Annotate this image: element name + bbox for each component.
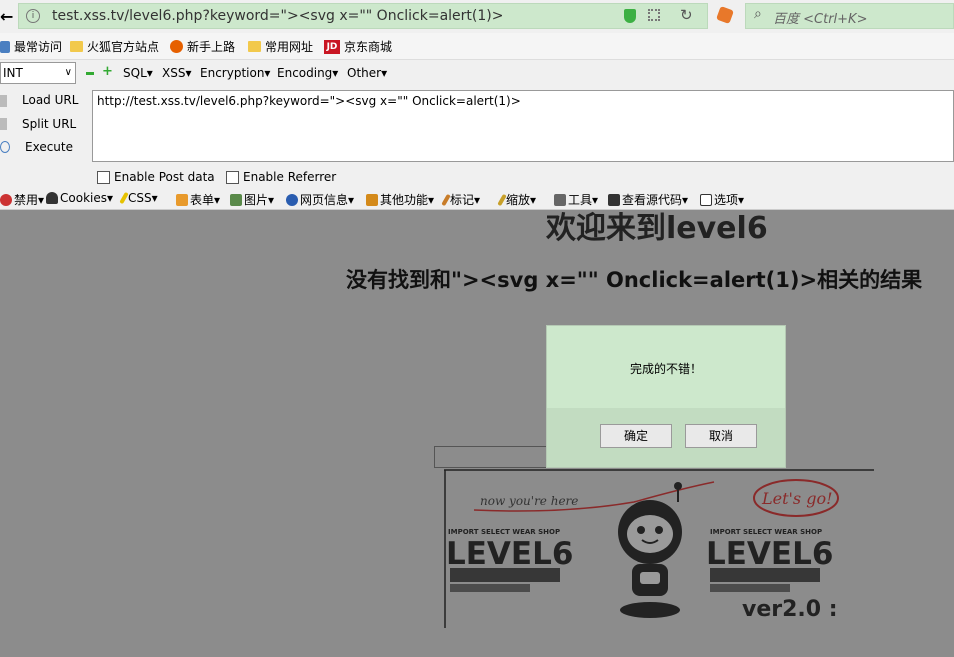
checkbox-box[interactable] <box>226 171 239 184</box>
ok-button[interactable]: 确定 <box>600 424 672 448</box>
cancel-button[interactable]: 取消 <box>685 424 757 448</box>
bookmark-common-sites[interactable]: 常用网址 <box>248 38 313 55</box>
menu-other[interactable]: Other▾ <box>347 66 387 80</box>
toolbar-css[interactable]: CSS▾ <box>119 191 158 205</box>
bookmark-jd[interactable]: JD 京东商城 <box>324 38 392 55</box>
menu-xss[interactable]: XSS▾ <box>162 66 191 80</box>
back-icon[interactable]: ← <box>0 7 13 26</box>
split-url-button[interactable]: Split URL <box>22 117 76 131</box>
execute-button[interactable]: Execute <box>25 140 73 154</box>
misc-icon <box>366 193 378 206</box>
toolbar-misc[interactable]: 其他功能▾ <box>366 191 434 208</box>
folder-icon <box>70 41 83 52</box>
url-text[interactable]: test.xss.tv/level6.php?keyword="><svg x=… <box>52 8 503 24</box>
jd-icon: JD <box>324 39 340 54</box>
banner-lets-go: Let's go! <box>761 489 833 508</box>
banner-level-left: LEVEL6 <box>446 536 573 572</box>
split-url-icon <box>0 118 7 130</box>
form-icon <box>176 193 188 206</box>
toolbar-disable[interactable]: 禁用▾ <box>0 191 44 208</box>
bookmark-getting-started[interactable]: 新手上路 <box>170 38 235 55</box>
banner-level-right: LEVEL6 <box>706 536 833 572</box>
alert-message: 完成的不错！ <box>629 362 702 376</box>
minus-icon[interactable] <box>86 72 94 75</box>
load-url-icon <box>0 95 7 107</box>
qr-icon[interactable] <box>648 9 660 21</box>
toolbar-cookies[interactable]: Cookies▾ <box>46 191 113 205</box>
checkbox-box[interactable] <box>97 171 110 184</box>
enable-referrer-checkbox[interactable]: Enable Referrer <box>226 170 336 184</box>
page-title: 欢迎来到level6 <box>546 211 768 246</box>
gear-icon <box>0 40 10 53</box>
shield-icon[interactable] <box>624 9 636 23</box>
type-select[interactable]: INT ∨ <box>0 62 76 84</box>
banner-shop-label-right: IMPORT SELECT WEAR SHOP <box>710 528 822 536</box>
disable-icon <box>0 193 12 206</box>
bookmark-most-visited[interactable]: 最常访问 <box>0 38 62 55</box>
search-placeholder[interactable]: 百度 <Ctrl+K> <box>773 8 867 27</box>
reload-icon[interactable]: ↻ <box>680 6 693 24</box>
firefox-icon <box>170 40 183 53</box>
banner-now-text: now you're here <box>480 494 578 508</box>
search-form-frame <box>434 446 546 468</box>
banner-version: ver2.0 : <box>742 597 838 622</box>
menu-sql[interactable]: SQL▾ <box>123 66 153 80</box>
search-result-text: 没有找到和"><svg x="" Onclick=alert(1)>相关的结果 <box>346 268 923 292</box>
folder-icon <box>248 41 261 52</box>
menu-encoding[interactable]: Encoding▾ <box>277 66 338 80</box>
image-icon <box>230 193 242 206</box>
toolbar-outline[interactable]: 标记▾ <box>441 191 480 208</box>
toolbar-forms[interactable]: 表单▾ <box>176 191 220 208</box>
execute-icon <box>0 141 10 153</box>
user-icon <box>46 192 58 204</box>
toolbar-images[interactable]: 图片▾ <box>230 191 274 208</box>
chevron-down-icon: ∨ <box>64 67 72 78</box>
info-icon <box>286 193 298 206</box>
menu-encryption[interactable]: Encryption▾ <box>200 66 270 80</box>
info-icon[interactable]: i <box>26 9 40 23</box>
level-banner-image: now you're here Let's go! IMPORT SELECT … <box>444 469 874 628</box>
load-url-button[interactable]: Load URL <box>22 93 78 107</box>
url-textarea[interactable]: http://test.xss.tv/level6.php?keyword=">… <box>92 90 954 162</box>
bookmark-firefox-site[interactable]: 火狐官方站点 <box>70 38 159 55</box>
search-icon[interactable]: ⌕ <box>754 6 762 22</box>
plus-icon[interactable]: + <box>102 64 113 79</box>
toolbar-resize[interactable]: 缩放▾ <box>497 191 536 208</box>
enable-post-checkbox[interactable]: Enable Post data <box>97 170 215 184</box>
toolbar-page-info[interactable]: 网页信息▾ <box>286 191 354 208</box>
banner-shop-label-left: IMPORT SELECT WEAR SHOP <box>448 528 560 536</box>
